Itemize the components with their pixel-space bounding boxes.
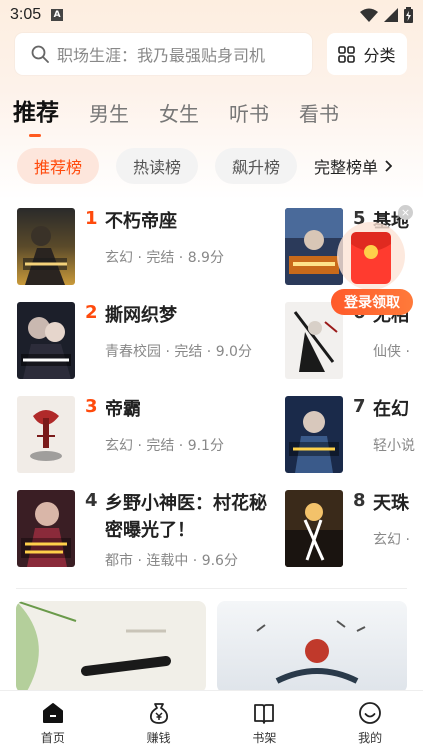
wifi-icon bbox=[360, 8, 378, 22]
full-list-link[interactable]: 完整榜单 bbox=[314, 154, 393, 178]
chevron-right-icon bbox=[385, 160, 393, 172]
nav-home-label: 首页 bbox=[40, 731, 65, 745]
full-list-label: 完整榜单 bbox=[314, 158, 379, 177]
book-cover bbox=[17, 302, 75, 379]
top-tabs: 推荐 男生 女生 听书 看书 bbox=[13, 97, 369, 137]
category-label: 分类 bbox=[363, 46, 396, 65]
book-cover bbox=[285, 396, 343, 473]
tab-read[interactable]: 看书 bbox=[299, 98, 339, 127]
book-item[interactable]: 8 天珠 玄幻 · bbox=[285, 490, 410, 567]
category-button[interactable]: 分类 bbox=[327, 33, 407, 75]
book-title: 乡野小神医：村花秘 密曝光了！ bbox=[105, 490, 267, 544]
divider bbox=[16, 588, 407, 589]
book-title: 在幻 bbox=[373, 399, 409, 420]
status-time: 3:05 bbox=[10, 6, 42, 23]
money-bag-icon bbox=[149, 703, 168, 724]
smile-profile-icon bbox=[359, 702, 382, 724]
rank-number: 3 bbox=[85, 396, 98, 417]
book-item[interactable]: 7 在幻 轻小说 bbox=[285, 396, 415, 473]
book-cover bbox=[17, 396, 75, 473]
banner-right[interactable] bbox=[217, 601, 407, 693]
search-bar[interactable]: 职场生涯：我乃最强贴身司机 bbox=[15, 33, 312, 75]
nav-bookshelf[interactable]: 书架 bbox=[212, 691, 318, 752]
tab-female[interactable]: 女生 bbox=[159, 98, 199, 127]
nav-bookshelf-label: 书架 bbox=[252, 731, 277, 745]
book-title: 帝霸 bbox=[105, 399, 141, 420]
book-cover bbox=[285, 490, 343, 567]
search-icon bbox=[31, 45, 49, 63]
home-icon bbox=[42, 703, 63, 723]
rank-number: 4 bbox=[85, 490, 98, 511]
battery-icon bbox=[404, 7, 413, 23]
red-envelope-icon[interactable] bbox=[336, 218, 406, 292]
book-cover bbox=[285, 208, 343, 285]
chip-recommend-rank[interactable]: 推荐榜 bbox=[17, 148, 100, 184]
nav-profile-label: 我的 bbox=[358, 731, 383, 745]
rank-number: 8 bbox=[353, 490, 366, 511]
nav-home[interactable]: 首页 bbox=[0, 691, 106, 752]
bottom-navigation: 首页 赚钱 书架 我的 bbox=[0, 690, 423, 752]
nav-earn[interactable]: 赚钱 bbox=[106, 691, 212, 752]
nav-earn-label: 赚钱 bbox=[146, 731, 171, 745]
signal-icon bbox=[384, 8, 398, 22]
book-meta: 玄幻 · 完结 · 8.9分 bbox=[105, 250, 224, 266]
book-cover bbox=[285, 302, 343, 379]
grid-icon bbox=[338, 45, 356, 63]
rank-number: 2 bbox=[85, 302, 98, 323]
book-meta: 玄幻 · 完结 · 9.1分 bbox=[105, 438, 224, 454]
book-meta: 青春校园 · 完结 · 9.0分 bbox=[105, 344, 252, 360]
book-title: 天珠 bbox=[373, 493, 409, 514]
book-title: 撕网织梦 bbox=[105, 305, 177, 326]
status-bar: 3:05 A bbox=[0, 0, 423, 30]
book-title-line1: 乡野小神医：村花秘 bbox=[105, 493, 267, 514]
book-item[interactable]: 4 乡野小神医：村花秘 密曝光了！ 都市 · 连载中 · 9.6分 bbox=[17, 490, 267, 570]
tab-male[interactable]: 男生 bbox=[89, 98, 129, 127]
nav-profile[interactable]: 我的 bbox=[317, 691, 423, 752]
status-icons bbox=[360, 7, 413, 23]
book-cover bbox=[17, 208, 75, 285]
book-item[interactable]: 3 帝霸 玄幻 · 完结 · 9.1分 bbox=[17, 396, 224, 473]
bookshelf-icon bbox=[254, 704, 275, 724]
book-meta: 都市 · 连载中 · 9.6分 bbox=[105, 553, 238, 569]
book-title: 不朽帝座 bbox=[105, 211, 177, 232]
book-meta: 玄幻 · bbox=[373, 532, 410, 548]
login-claim-button[interactable]: 登录领取 bbox=[331, 289, 413, 315]
chip-rising-rank[interactable]: 飙升榜 bbox=[215, 148, 298, 184]
book-title-line2: 密曝光了！ bbox=[105, 520, 195, 541]
chip-hot-rank[interactable]: 热读榜 bbox=[116, 148, 199, 184]
book-meta: 轻小说 bbox=[373, 438, 415, 454]
book-meta: 仙侠 · bbox=[373, 344, 410, 360]
book-item[interactable]: 1 不朽帝座 玄幻 · 完结 · 8.9分 bbox=[17, 208, 224, 285]
banner-left[interactable] bbox=[16, 601, 206, 693]
book-item[interactable]: 2 撕网织梦 青春校园 · 完结 · 9.0分 bbox=[17, 302, 252, 379]
rank-number: 1 bbox=[85, 208, 98, 229]
notification-badge-icon: A bbox=[51, 9, 64, 21]
ranking-chips: 推荐榜 热读榜 飙升榜 完整榜单 bbox=[17, 148, 412, 184]
search-placeholder: 职场生涯：我乃最强贴身司机 bbox=[57, 46, 266, 65]
book-cover bbox=[17, 490, 75, 567]
tab-audiobook[interactable]: 听书 bbox=[229, 98, 269, 127]
rank-number: 7 bbox=[353, 396, 366, 417]
tab-recommend[interactable]: 推荐 bbox=[13, 93, 59, 137]
